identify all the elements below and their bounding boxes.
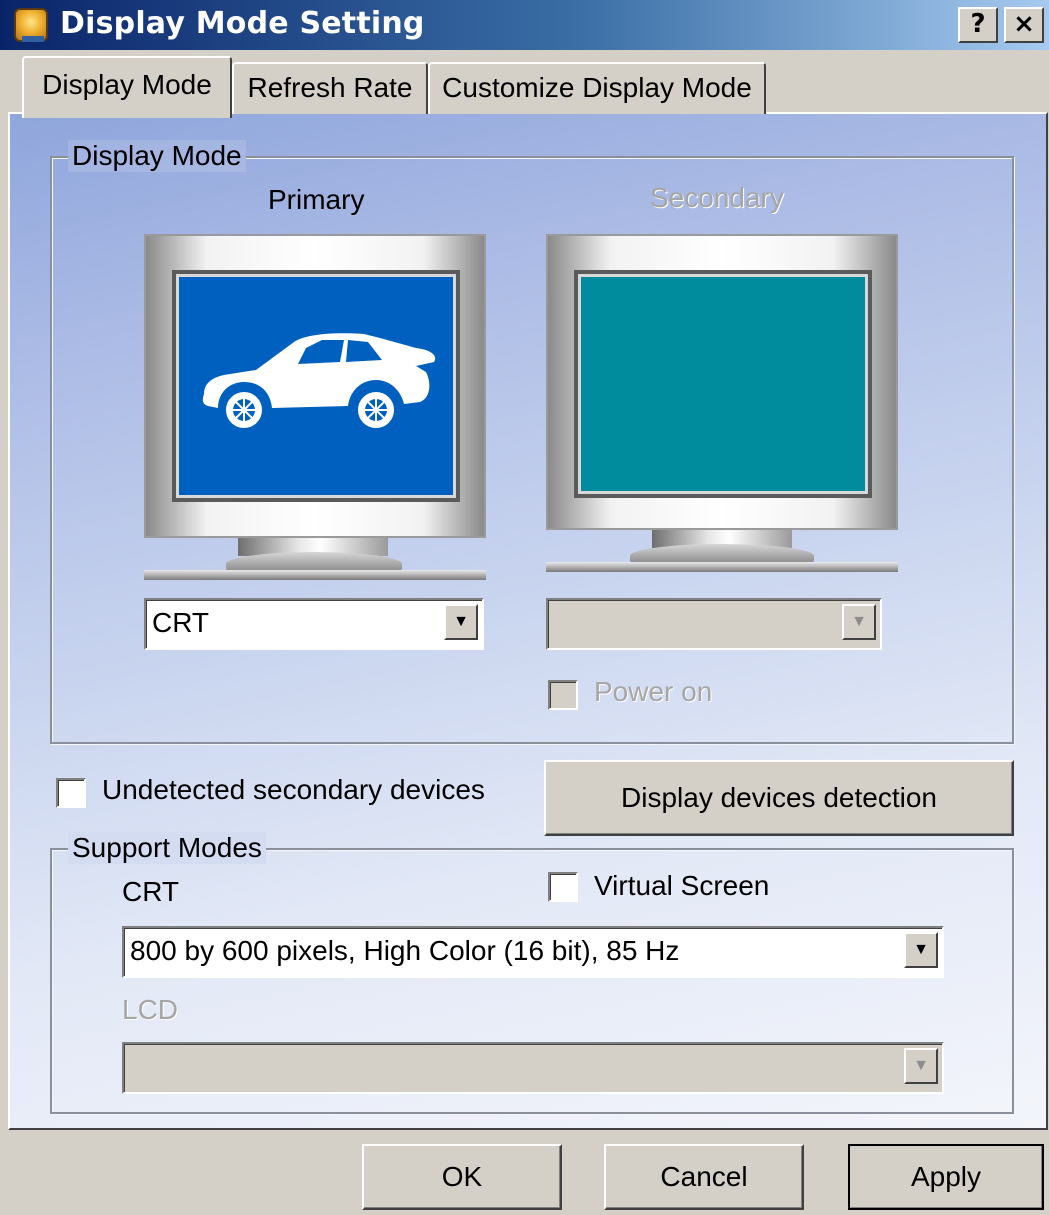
display-mode-group-legend: Display Mode: [68, 140, 246, 172]
lcd-mode-select[interactable]: ▼: [122, 1042, 944, 1094]
tab-refresh-rate[interactable]: Refresh Rate: [232, 62, 428, 114]
undetected-secondary-devices-label: Undetected secondary devices: [102, 774, 485, 805]
chevron-down-icon[interactable]: ▼: [904, 1048, 938, 1084]
primary-monitor-screen: [172, 270, 460, 502]
primary-device-select-value: CRT: [152, 607, 210, 638]
primary-device-select[interactable]: CRT ▼: [144, 598, 484, 650]
virtual-screen-checkbox[interactable]: [548, 872, 578, 902]
primary-monitor-bezel: [144, 234, 486, 538]
window-title: Display Mode Setting: [60, 6, 425, 41]
secondary-monitor-bezel: [546, 234, 898, 530]
help-button[interactable]: ?: [958, 7, 998, 43]
car-icon: [202, 333, 436, 432]
cancel-button[interactable]: Cancel: [604, 1144, 804, 1210]
secondary-heading: Secondary: [650, 182, 784, 213]
display-settings-app-icon: [14, 8, 48, 42]
support-modes-group-legend: Support Modes: [68, 832, 266, 864]
secondary-monitor-image: [546, 234, 898, 578]
tab-customize-display-mode[interactable]: Customize Display Mode: [428, 62, 766, 114]
primary-monitor-base: [144, 570, 486, 580]
virtual-screen-label: Virtual Screen: [594, 870, 770, 901]
tab-display-mode[interactable]: Display Mode: [22, 56, 232, 118]
crt-mode-select[interactable]: 800 by 600 pixels, High Color (16 bit), …: [122, 926, 944, 978]
secondary-monitor-screen: [574, 270, 872, 498]
chevron-down-icon[interactable]: ▼: [444, 604, 478, 640]
chevron-down-icon[interactable]: ▼: [904, 932, 938, 968]
primary-heading: Primary: [268, 184, 365, 215]
secondary-monitor-foot: [630, 544, 814, 564]
apply-button[interactable]: Apply: [848, 1144, 1044, 1210]
lcd-label: LCD: [122, 994, 179, 1025]
secondary-monitor-base: [546, 562, 898, 572]
ok-button[interactable]: OK: [362, 1144, 562, 1210]
power-on-checkbox[interactable]: [548, 680, 578, 710]
undetected-secondary-devices-checkbox[interactable]: [56, 778, 86, 808]
display-devices-detection-button[interactable]: Display devices detection: [544, 760, 1014, 836]
crt-label: CRT: [122, 876, 180, 907]
crt-mode-select-value: 800 by 600 pixels, High Color (16 bit), …: [130, 935, 680, 966]
power-on-label: Power on: [594, 676, 713, 707]
title-bar[interactable]: Display Mode Setting ? ×: [0, 0, 1049, 50]
primary-monitor-foot: [226, 552, 402, 572]
close-button[interactable]: ×: [1004, 7, 1044, 43]
chevron-down-icon[interactable]: ▼: [842, 604, 876, 640]
primary-monitor-image[interactable]: [144, 234, 486, 584]
secondary-device-select[interactable]: ▼: [546, 598, 882, 650]
